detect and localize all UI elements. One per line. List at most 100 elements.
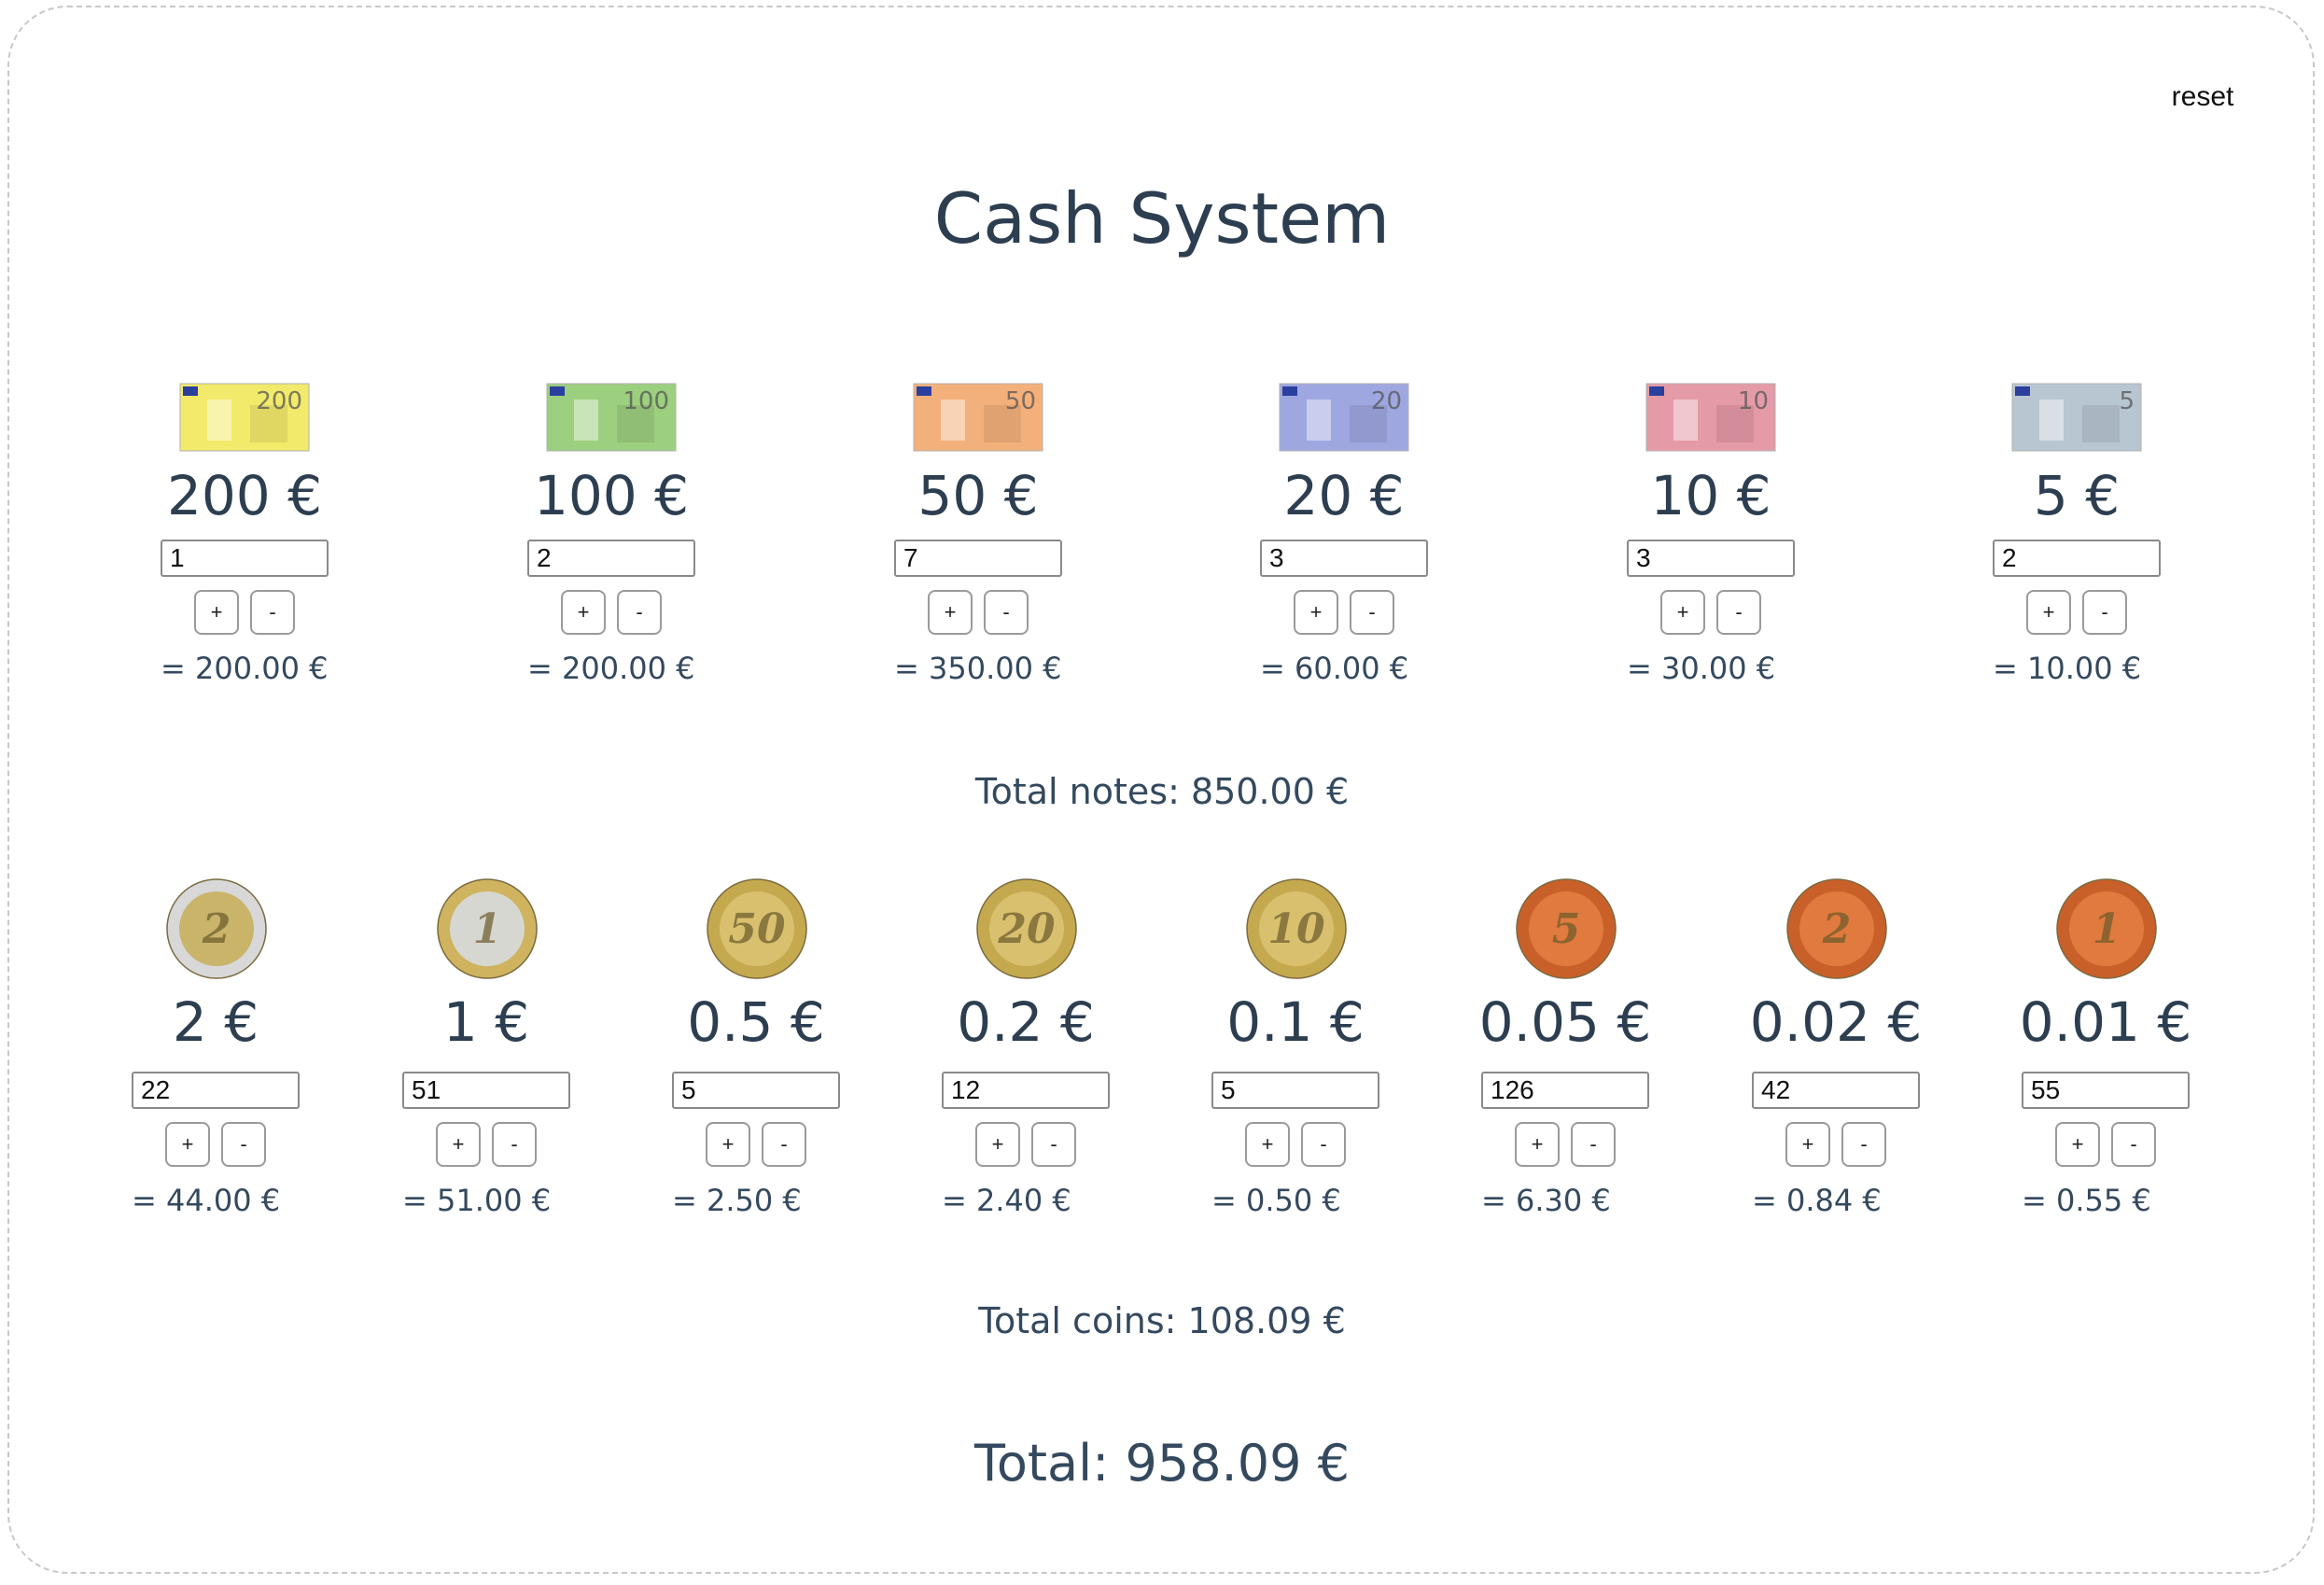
denomination-label: 100 € [533,464,690,527]
svg-text:20: 20 [1371,387,1402,415]
increment-button[interactable]: + [1245,1122,1290,1167]
svg-text:2: 2 [202,905,231,953]
coin-image: 10 [1245,877,1348,980]
reset-button[interactable]: reset [2163,78,2242,116]
subtotal: = 0.84 € [1752,1183,1882,1218]
quantity-input[interactable] [132,1072,300,1109]
page-title: Cash System [933,177,1391,259]
decrement-button[interactable]: - [1716,590,1761,635]
decrement-button[interactable]: - [250,590,295,635]
decrement-button[interactable]: - [1571,1122,1616,1167]
banknote-image: 10 [1645,383,1776,452]
denomination-label: 0.1 € [1226,990,1365,1054]
coin-10-cent-icon: 10 [1246,878,1347,979]
subtotal: = 6.30 € [1481,1183,1611,1218]
coin-50-cent-icon: 50 [707,878,807,979]
svg-text:2: 2 [1822,905,1852,953]
svg-text:10: 10 [1738,387,1769,415]
quantity-input[interactable] [1752,1072,1920,1109]
increment-button[interactable]: + [436,1122,481,1167]
quantity-stepper: + - [165,1122,270,1169]
coin-image: 2 [165,877,268,980]
decrement-button[interactable]: - [762,1122,806,1167]
quantity-stepper: + - [2026,590,2131,637]
decrement-button[interactable]: - [1301,1122,1346,1167]
svg-text:10: 10 [1267,905,1325,953]
quantity-input[interactable] [672,1072,840,1109]
svg-text:1: 1 [473,905,502,953]
quantity-input[interactable] [1627,540,1795,577]
decrement-button[interactable]: - [2111,1122,2156,1167]
increment-button[interactable]: + [706,1122,750,1167]
increment-button[interactable]: + [1660,590,1705,635]
subtotal: = 2.40 € [942,1183,1071,1218]
coin-1-euro-icon: 1 [437,878,538,979]
increment-button[interactable]: + [561,590,606,635]
denomination-label: 0.02 € [1749,990,1923,1054]
quantity-input[interactable] [402,1072,570,1109]
decrement-button[interactable]: - [2082,590,2127,635]
svg-text:5: 5 [2119,387,2135,415]
subtotal: = 200.00 € [161,651,329,686]
svg-text:200: 200 [256,387,302,415]
denomination-label: 0.05 € [1478,990,1652,1054]
increment-button[interactable]: + [928,590,973,635]
decrement-button[interactable]: - [221,1122,266,1167]
quantity-stepper: + - [2055,1122,2160,1169]
decrement-button[interactable]: - [1031,1122,1076,1167]
banknote-image: 20 [1279,383,1409,452]
quantity-input[interactable] [894,540,1062,577]
increment-button[interactable]: + [194,590,239,635]
quantity-input[interactable] [2022,1072,2190,1109]
subtotal: = 350.00 € [894,651,1062,686]
coin-image: 1 [436,877,539,980]
subtotal: = 60.00 € [1260,651,1409,686]
denomination-label: 50 € [917,464,1039,527]
subtotal: = 44.00 € [132,1183,281,1218]
banknote-image: 200 [179,383,310,452]
svg-text:50: 50 [1005,387,1036,415]
quantity-stepper: + - [706,1122,810,1169]
decrement-button[interactable]: - [1350,590,1394,635]
denomination-label: 0.2 € [957,990,1095,1054]
increment-button[interactable]: + [1294,590,1338,635]
svg-text:5: 5 [1552,905,1581,953]
subtotal: = 2.50 € [672,1183,802,1218]
coin-image: 2 [1785,877,1888,980]
quantity-input[interactable] [161,540,329,577]
coin-image: 50 [706,877,808,980]
subtotal: = 51.00 € [402,1183,552,1218]
denomination-label: 2 € [172,990,259,1054]
quantity-input[interactable] [942,1072,1110,1109]
svg-text:1: 1 [2093,905,2121,953]
coin-20-cent-icon: 20 [976,878,1077,979]
quantity-stepper: + - [1294,590,1398,637]
increment-button[interactable]: + [1785,1122,1830,1167]
coin-5-cent-icon: 5 [1516,878,1617,979]
banknote-image: 5 [2011,383,2142,452]
decrement-button[interactable]: - [617,590,662,635]
quantity-input[interactable] [1481,1072,1649,1109]
banknote-image: 100 [546,383,677,452]
increment-button[interactable]: + [1515,1122,1560,1167]
decrement-button[interactable]: - [1841,1122,1886,1167]
coin-image: 5 [1515,877,1617,980]
quantity-input[interactable] [527,540,695,577]
quantity-input[interactable] [1260,540,1428,577]
decrement-button[interactable]: - [984,590,1029,635]
quantity-stepper: + - [1245,1122,1350,1169]
quantity-input[interactable] [1993,540,2161,577]
svg-text:100: 100 [623,387,669,415]
subtotal: = 0.55 € [2022,1183,2151,1218]
quantity-stepper: + - [1515,1122,1619,1169]
increment-button[interactable]: + [165,1122,210,1167]
increment-button[interactable]: + [2055,1122,2100,1167]
decrement-button[interactable]: - [492,1122,537,1167]
banknote-200-icon: 200 [179,383,310,452]
increment-button[interactable]: + [2026,590,2071,635]
coin-image: 1 [2055,877,2158,980]
increment-button[interactable]: + [975,1122,1020,1167]
coin-image: 20 [975,877,1078,980]
coins-total: Total coins: 108.09 € [978,1300,1346,1341]
quantity-input[interactable] [1211,1072,1379,1109]
